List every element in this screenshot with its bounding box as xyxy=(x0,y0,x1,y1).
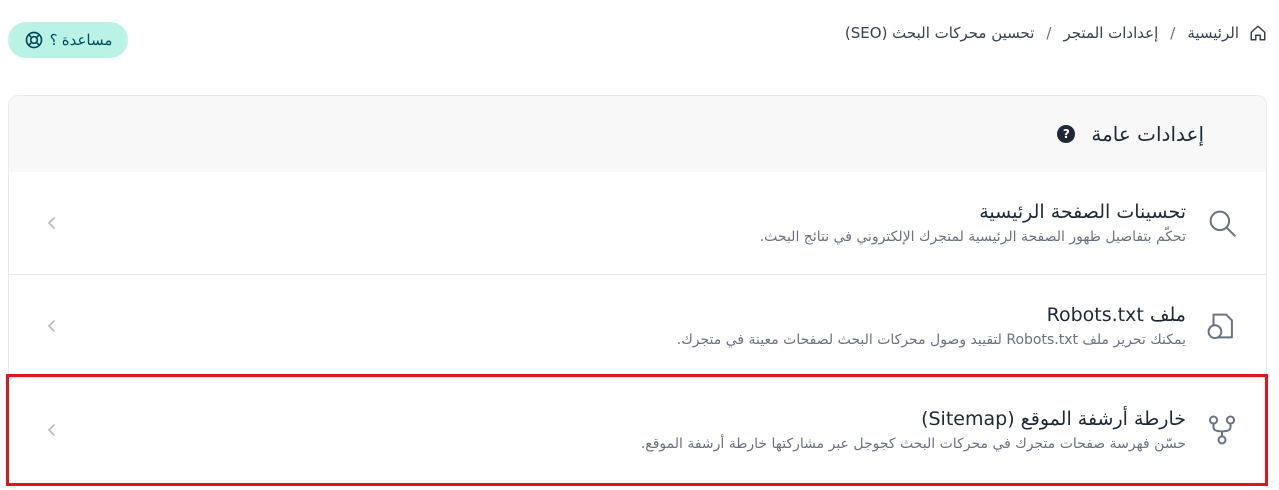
row-description: يمكنك تحرير ملف Robots.txt لتقييد وصول م… xyxy=(676,332,1186,348)
search-icon xyxy=(1204,205,1240,241)
row-sitemap[interactable]: خارطة أرشفة الموقع (Sitemap) حسّن فهرسة … xyxy=(9,378,1266,481)
section-title: إعدادات عامة xyxy=(1091,122,1204,146)
chevron-left-icon xyxy=(47,320,55,332)
breadcrumb-current: تحسين محركات البحث (SEO) xyxy=(844,24,1035,42)
row-title: تحسينات الصفحة الرئيسية xyxy=(979,201,1186,223)
git-fork-icon xyxy=(1204,412,1240,448)
chevron-left-icon xyxy=(47,217,55,229)
row-description: تحكّم بتفاصيل ظهور الصفحة الرئيسية لمتجر… xyxy=(759,229,1186,245)
settings-card: إعدادات عامة ? تحسينات الصفحة الرئيسية ت… xyxy=(8,95,1267,490)
breadcrumb-store-settings[interactable]: إعدادات المتجر xyxy=(1063,24,1158,42)
breadcrumb-home[interactable]: الرئيسية xyxy=(1187,24,1239,42)
help-label: مساعدة ؟ xyxy=(49,32,113,49)
row-robots-txt[interactable]: ملف Robots.txt يمكنك تحرير ملف Robots.tx… xyxy=(9,275,1266,378)
row-title: خارطة أرشفة الموقع (Sitemap) xyxy=(921,407,1186,430)
row-description: حسّن فهرسة صفحات متجرك في محركات البحث ك… xyxy=(640,435,1186,452)
chevron-left-icon xyxy=(47,423,55,436)
row-homepage-seo[interactable]: تحسينات الصفحة الرئيسية تحكّم بتفاصيل ظه… xyxy=(9,172,1266,275)
help-button[interactable]: مساعدة ؟ xyxy=(8,22,128,58)
breadcrumb-separator: / xyxy=(1046,24,1052,42)
lifebuoy-icon xyxy=(25,31,42,49)
file-shape-icon xyxy=(1204,308,1240,344)
row-title: ملف Robots.txt xyxy=(1046,304,1186,326)
seo-settings-page: الرئيسية / إعدادات المتجر / تحسين محركات… xyxy=(0,0,1279,490)
breadcrumb-separator: / xyxy=(1170,24,1176,42)
question-icon[interactable]: ? xyxy=(1057,125,1076,143)
breadcrumb: الرئيسية / إعدادات المتجر / تحسين محركات… xyxy=(845,24,1267,42)
section-header: إعدادات عامة ? xyxy=(9,96,1266,172)
home-icon[interactable] xyxy=(1249,24,1267,42)
